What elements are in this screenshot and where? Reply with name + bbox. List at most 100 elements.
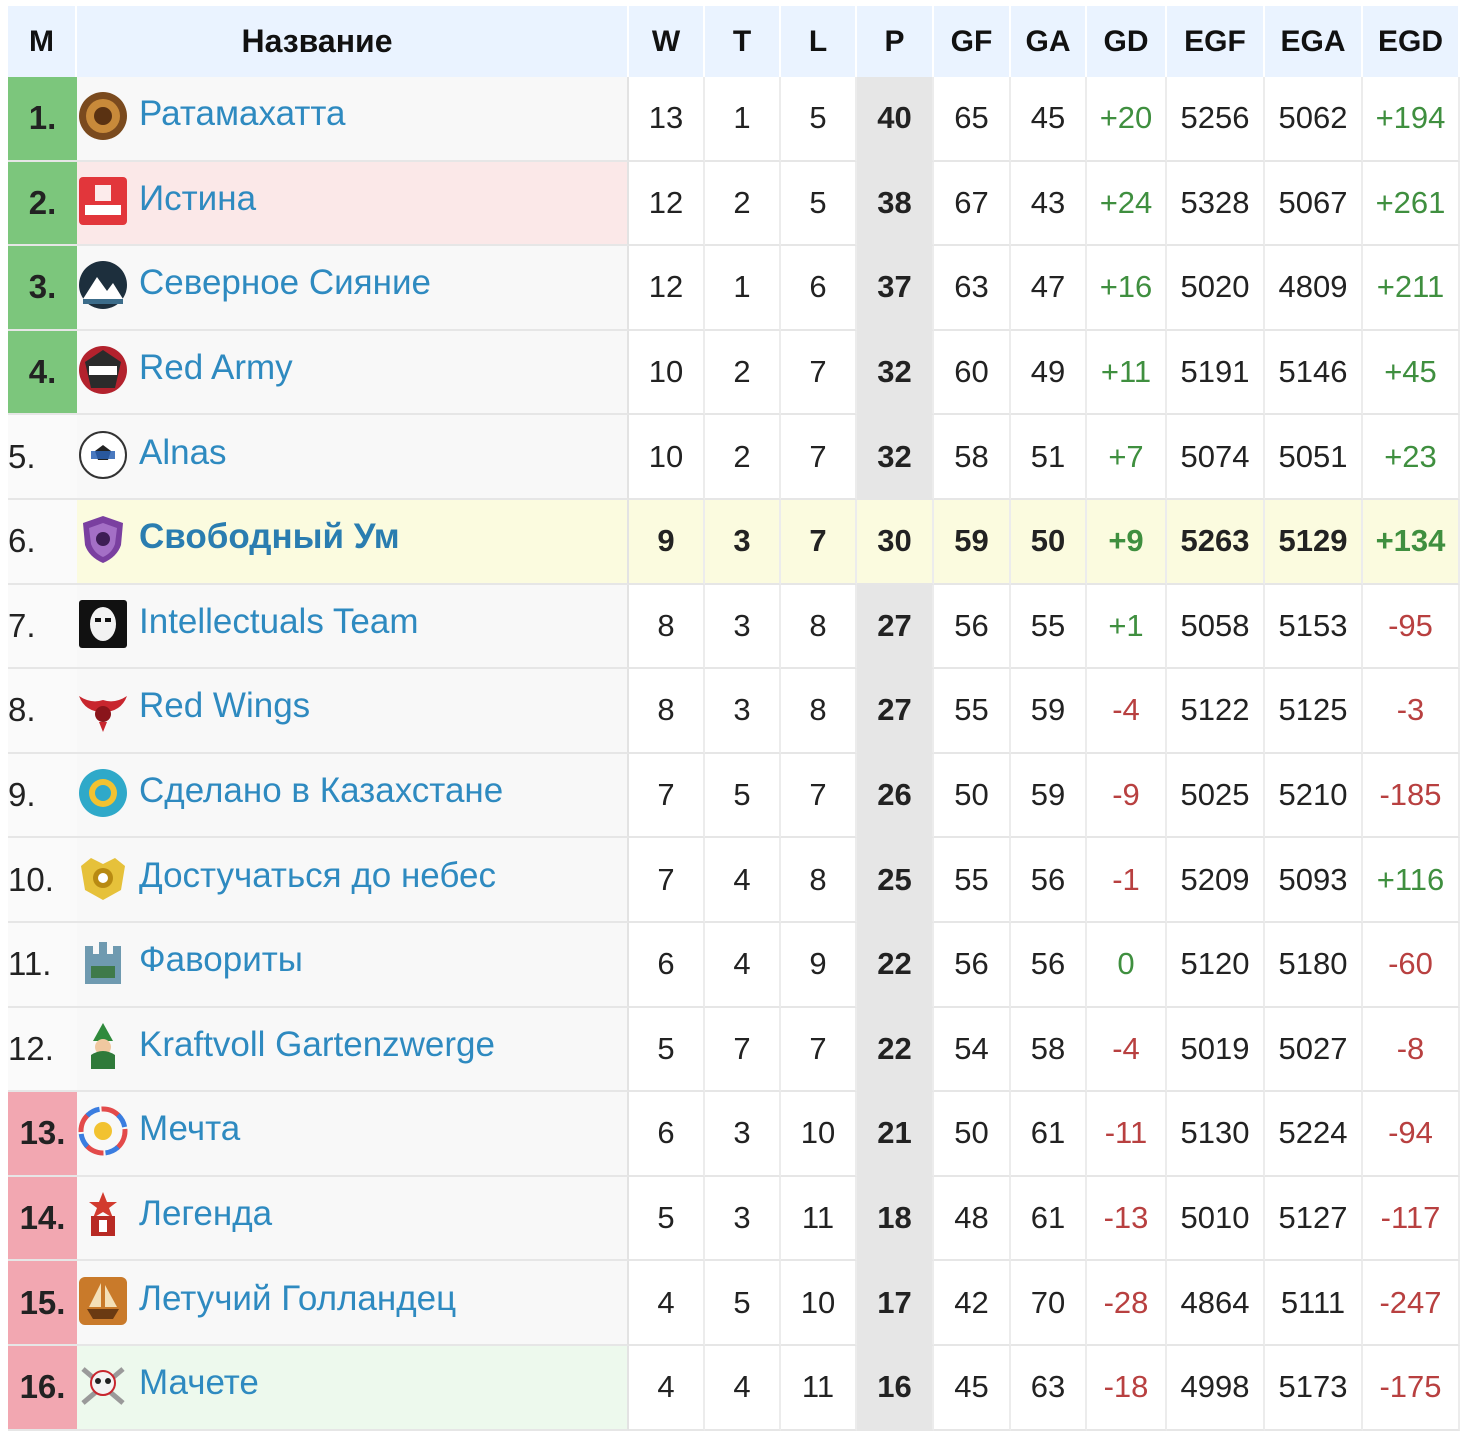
table-row: 6. Свободный Ум 9 3 7 30 59 50 +9 5263 5129 +134 [8,499,1460,585]
truth-logo-icon [77,175,129,227]
col-header-gd[interactable]: GD [1087,6,1167,77]
ega-cell: 5224 [1265,1092,1363,1177]
position-cell: 6. [8,499,77,585]
team-name-link[interactable]: Сделано в Казахстане [139,771,503,810]
position-cell: 13. [8,1092,77,1177]
team-name-link[interactable]: Северное Сияние [139,263,431,302]
gf-cell: 60 [934,330,1011,416]
position-cell: 3. [8,246,77,331]
l-cell: 11 [781,1345,857,1431]
col-header-l[interactable]: L [781,6,857,77]
standings-table: M Название W T L P GF GA GD EGF EGA EGD … [8,6,1460,1431]
col-header-gf[interactable]: GF [934,6,1011,77]
col-header-w[interactable]: W [629,6,705,77]
position-cell: 12. [8,1007,77,1093]
team-name-link[interactable]: Свободный Ум [139,517,400,556]
l-cell: 8 [781,838,857,923]
egf-cell: 5019 [1167,1007,1265,1093]
table-row: 11. Фавориты 6 4 9 22 56 56 0 5120 5180 -60 [8,922,1460,1008]
gd-cell: -18 [1087,1345,1167,1431]
team-cell: Kraftvoll Gartenzwerge [77,1007,629,1093]
l-cell: 7 [781,1007,857,1093]
col-header-egd[interactable]: EGD [1363,6,1460,77]
team-cell: Фавориты [77,922,629,1008]
w-cell: 13 [629,77,705,162]
team-name-link[interactable]: Достучаться до небес [139,856,496,895]
col-header-ga[interactable]: GA [1011,6,1087,77]
egd-cell: -94 [1363,1092,1460,1177]
col-header-egf[interactable]: EGF [1167,6,1265,77]
team-name-link[interactable]: Red Army [139,348,293,387]
gd-cell: -28 [1087,1261,1167,1346]
position-cell: 7. [8,584,77,670]
col-header-t[interactable]: T [705,6,781,77]
w-cell: 6 [629,922,705,1008]
team-name-link[interactable]: Легенда [139,1194,272,1233]
p-cell: 22 [857,1007,934,1093]
ega-cell: 5146 [1265,330,1363,416]
ega-cell: 5027 [1265,1007,1363,1093]
egf-cell: 5328 [1167,161,1265,247]
army-badge-icon [77,344,129,396]
l-cell: 5 [781,77,857,162]
w-cell: 7 [629,838,705,923]
team-name-link[interactable]: Ратамахатта [139,94,345,133]
egf-cell: 5058 [1167,584,1265,670]
gd-cell: +7 [1087,415,1167,500]
col-header-name[interactable]: Название [77,6,629,77]
masked-face-icon [77,598,129,650]
p-cell: 40 [857,77,934,162]
position-cell: 1. [8,77,77,162]
col-header-ega[interactable]: EGA [1265,6,1363,77]
l-cell: 7 [781,753,857,839]
table-row: 15. Летучий Голландец 4 5 10 17 42 70 -28 4864 511… [8,1261,1460,1346]
t-cell: 4 [705,922,781,1008]
ga-cell: 47 [1011,246,1087,331]
team-name-link[interactable]: Мачете [139,1363,259,1402]
gf-cell: 56 [934,584,1011,670]
gd-cell: +9 [1087,499,1167,585]
team-name-link[interactable]: Kraftvoll Gartenzwerge [139,1025,495,1064]
team-name-link[interactable]: Alnas [139,433,227,472]
p-cell: 38 [857,161,934,247]
team-cell: Alnas [77,415,629,500]
team-name-link[interactable]: Мечта [139,1109,240,1148]
gd-cell: -9 [1087,753,1167,839]
ga-cell: 45 [1011,77,1087,162]
ga-cell: 50 [1011,499,1087,585]
ga-cell: 58 [1011,1007,1087,1093]
team-name-link[interactable]: Летучий Голландец [139,1279,456,1318]
ega-cell: 5127 [1265,1176,1363,1262]
team-cell: Достучаться до небес [77,838,629,923]
position-cell: 11. [8,922,77,1008]
w-cell: 12 [629,246,705,331]
col-header-pos[interactable]: M [8,6,77,77]
p-cell: 21 [857,1092,934,1177]
table-row: 13. Мечта 6 3 10 21 50 61 -11 5130 5224 -94 [8,1092,1460,1177]
soccer-ball-icon [77,429,129,481]
t-cell: 3 [705,669,781,754]
gd-cell: +16 [1087,246,1167,331]
table-row: 16. Мачете 4 4 11 16 45 63 -18 4998 5173 -175 [8,1345,1460,1431]
ega-cell: 5111 [1265,1261,1363,1346]
l-cell: 11 [781,1176,857,1262]
p-cell: 32 [857,415,934,500]
ega-cell: 5129 [1265,499,1363,585]
ega-cell: 5051 [1265,415,1363,500]
l-cell: 10 [781,1092,857,1177]
team-cell: Легенда [77,1176,629,1262]
ga-cell: 43 [1011,161,1087,247]
team-name-link[interactable]: Intellectuals Team [139,602,419,641]
egf-cell: 5025 [1167,753,1265,839]
t-cell: 2 [705,415,781,500]
col-header-p[interactable]: P [857,6,934,77]
gd-cell: -4 [1087,669,1167,754]
team-name-link[interactable]: Истина [139,179,256,218]
ga-cell: 51 [1011,415,1087,500]
egf-cell: 5010 [1167,1176,1265,1262]
team-name-link[interactable]: Фавориты [139,940,303,979]
team-name-link[interactable]: Red Wings [139,686,310,725]
t-cell: 4 [705,1345,781,1431]
table-row: 1. Ратамахатта 13 1 5 40 65 45 +20 5256 5062 +194 [8,77,1460,162]
standings-page: M Название W T L P GF GA GD EGF EGA EGD … [0,0,1460,1431]
